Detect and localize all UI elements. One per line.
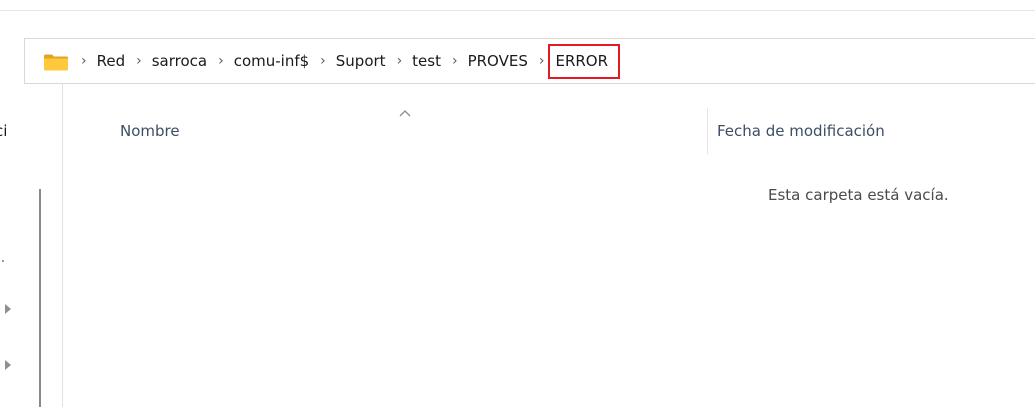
chevron-right-icon[interactable]: › [452, 53, 458, 69]
nav-divider [2, 260, 4, 262]
navigation-pane: ci [0, 84, 63, 407]
chevron-right-icon[interactable]: › [320, 53, 326, 69]
breadcrumb-item-suport[interactable]: Suport [336, 52, 386, 70]
sort-ascending-icon [399, 110, 411, 117]
expand-arrow-icon[interactable] [5, 360, 11, 370]
address-bar[interactable]: › Red › sarroca › comu-inf$ › Suport › t… [24, 38, 1035, 84]
expand-arrow-icon[interactable] [5, 304, 11, 314]
breadcrumb-item-proves[interactable]: PROVES [468, 52, 528, 70]
breadcrumb-item-red[interactable]: Red [97, 52, 126, 70]
breadcrumb-item-sarroca[interactable]: sarroca [152, 52, 207, 70]
column-divider[interactable] [707, 108, 708, 154]
breadcrumb: › Red › sarroca › comu-inf$ › Suport › t… [81, 39, 621, 83]
chevron-right-icon[interactable]: › [136, 53, 142, 69]
chevron-right-icon[interactable]: › [397, 53, 403, 69]
nav-item-label[interactable]: ci [0, 122, 14, 140]
chevron-right-icon[interactable]: › [218, 53, 224, 69]
folder-icon [44, 54, 68, 71]
chevron-right-icon[interactable]: › [539, 53, 545, 69]
nav-pane-scrollbar[interactable] [39, 189, 41, 407]
chevron-right-icon: › [81, 53, 87, 69]
breadcrumb-item-test[interactable]: test [412, 52, 441, 70]
ribbon-edge [0, 0, 1035, 11]
empty-folder-message: Esta carpeta está vacía. [768, 186, 949, 204]
column-header-name[interactable]: Nombre [120, 122, 180, 140]
breadcrumb-item-comu-inf[interactable]: comu-inf$ [234, 52, 309, 70]
column-header-date-modified[interactable]: Fecha de modificación [717, 122, 885, 140]
breadcrumb-item-error[interactable]: ERROR [548, 43, 621, 79]
